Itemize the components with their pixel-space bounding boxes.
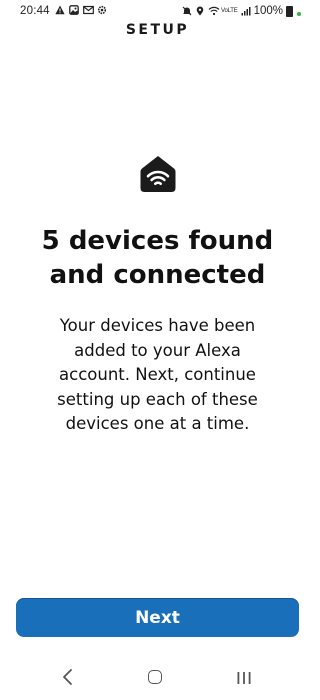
status-bar: 20:44 VoLTE 100% (0, 0, 315, 22)
headline-line-2: and connected (49, 260, 266, 290)
description-text: Your devices have been added to your Ale… (57, 316, 258, 433)
recents-icon[interactable] (236, 670, 252, 684)
mute-icon (182, 6, 192, 16)
location-icon (195, 6, 205, 16)
battery-percent: 100% (253, 5, 283, 17)
system-nav-bar (0, 660, 315, 694)
signal-icon (241, 6, 251, 16)
smart-home-wifi-icon (137, 153, 179, 195)
headline-line-1: 5 devices found (41, 226, 274, 256)
status-left-icons (55, 5, 107, 15)
back-icon[interactable] (60, 668, 76, 686)
privacy-indicator-dot (297, 12, 301, 16)
page-title: SETUP (125, 22, 190, 38)
gmail-icon (83, 5, 94, 15)
next-button[interactable]: Next (16, 598, 299, 637)
alert-icon (55, 5, 65, 15)
photo-icon (69, 5, 79, 15)
headline: 5 devices found and connected (0, 224, 315, 292)
volte-signal-icon: VoLTE (221, 8, 238, 14)
battery-icon (286, 5, 293, 17)
status-right-icons: VoLTE 100% (182, 5, 301, 17)
settings-icon (97, 5, 107, 15)
wifi-icon (208, 6, 220, 16)
status-time: 20:44 (20, 5, 50, 17)
home-icon[interactable] (148, 670, 162, 684)
setup-screen: 20:44 VoLTE 100% SETUP 5 devices found a… (0, 0, 315, 700)
